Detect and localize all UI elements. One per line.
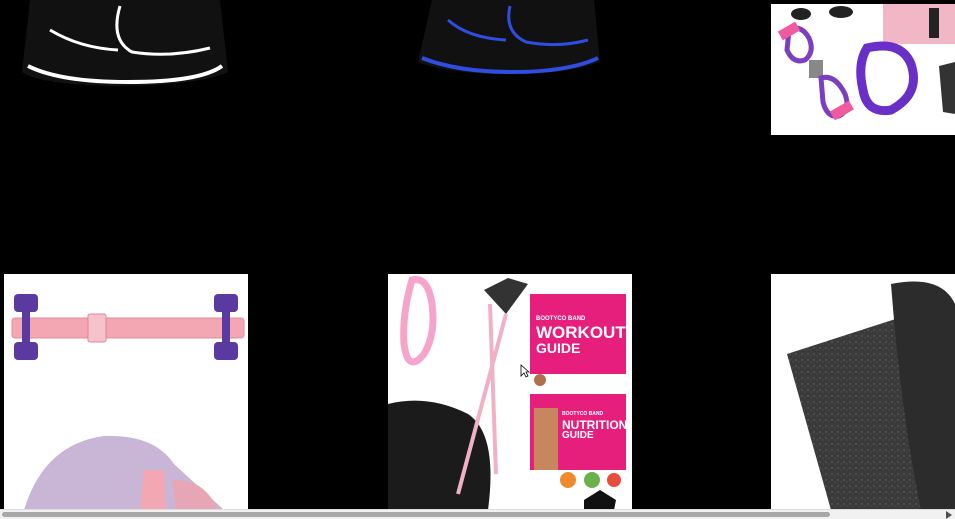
workout-guide-line1: BOOTYCO BAND: [536, 316, 586, 322]
mouse-cursor-icon: [520, 364, 530, 378]
rubber-mat-image: [787, 281, 955, 510]
horizontal-scrollbar[interactable]: [0, 509, 955, 519]
nutrition-guide-line1: BOOTYCO BAND: [562, 411, 604, 417]
product-tile-5[interactable]: BOOTYCO BAND WORKOUT GUIDE BOOTYCO BAND …: [388, 274, 632, 510]
product-tile-2[interactable]: [388, 0, 632, 120]
workout-guide-line2: WORKOUT: [536, 323, 626, 342]
figure8-bands-rings-image: [777, 4, 955, 121]
product-tile-4[interactable]: [4, 274, 248, 510]
scroll-right-arrow-icon[interactable]: [946, 511, 952, 519]
nutrition-guide-label: BOOTYCO BAND NUTRITION GUIDE: [562, 411, 627, 441]
product-tile-3[interactable]: [771, 4, 955, 135]
workout-guide-image: [388, 276, 626, 510]
nutrition-guide-line3: GUIDE: [562, 430, 594, 441]
scrollbar-thumb[interactable]: [2, 512, 830, 517]
pink-belt-dumbbells-image: [11, 294, 245, 510]
product-tile-1[interactable]: [0, 0, 248, 120]
workout-guide-line3: GUIDE: [536, 340, 581, 356]
product-tile-6[interactable]: [771, 274, 955, 510]
black-skirt-blue-trim-image: [418, 0, 600, 75]
workout-guide-label: BOOTYCO BAND WORKOUT GUIDE: [536, 316, 626, 356]
black-skirt-white-trim-image: [22, 0, 228, 86]
